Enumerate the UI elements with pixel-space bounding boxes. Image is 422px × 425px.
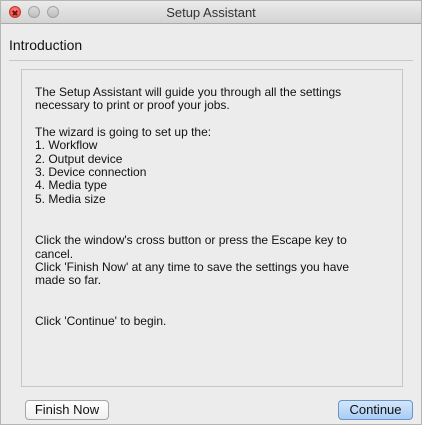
cancel-line: cancel. bbox=[35, 246, 74, 261]
finish-line: made so far. bbox=[35, 273, 102, 288]
finish-now-button[interactable]: Finish Now bbox=[25, 400, 109, 420]
wizard-line: The wizard is going to set up the: bbox=[35, 124, 212, 139]
page-title: Introduction bbox=[9, 37, 83, 53]
step-item: 2. Output device bbox=[35, 151, 123, 166]
step-item: 1. Workflow bbox=[35, 138, 98, 153]
step-item: 3. Device connection bbox=[35, 165, 147, 180]
continue-button[interactable]: Continue bbox=[338, 400, 413, 420]
setup-assistant-window: Setup Assistant Introduction The Setup A… bbox=[0, 0, 422, 425]
intro-line: necessary to print or proof your jobs. bbox=[35, 98, 230, 113]
cancel-line: Click the window's cross button or press… bbox=[35, 233, 347, 248]
continue-line: Click 'Continue' to begin. bbox=[35, 313, 167, 328]
step-item: 4. Media type bbox=[35, 178, 108, 193]
content-panel: The Setup Assistant will guide you throu… bbox=[21, 69, 403, 387]
instructions-text: The Setup Assistant will guide you throu… bbox=[35, 85, 395, 328]
step-item: 5. Media size bbox=[35, 191, 106, 206]
intro-line: The Setup Assistant will guide you throu… bbox=[35, 85, 342, 99]
heading-divider bbox=[9, 60, 413, 61]
window-title: Setup Assistant bbox=[166, 5, 256, 20]
finish-line: Click 'Finish Now' at any time to save t… bbox=[35, 260, 350, 275]
title-bar[interactable]: Setup Assistant bbox=[1, 1, 421, 24]
